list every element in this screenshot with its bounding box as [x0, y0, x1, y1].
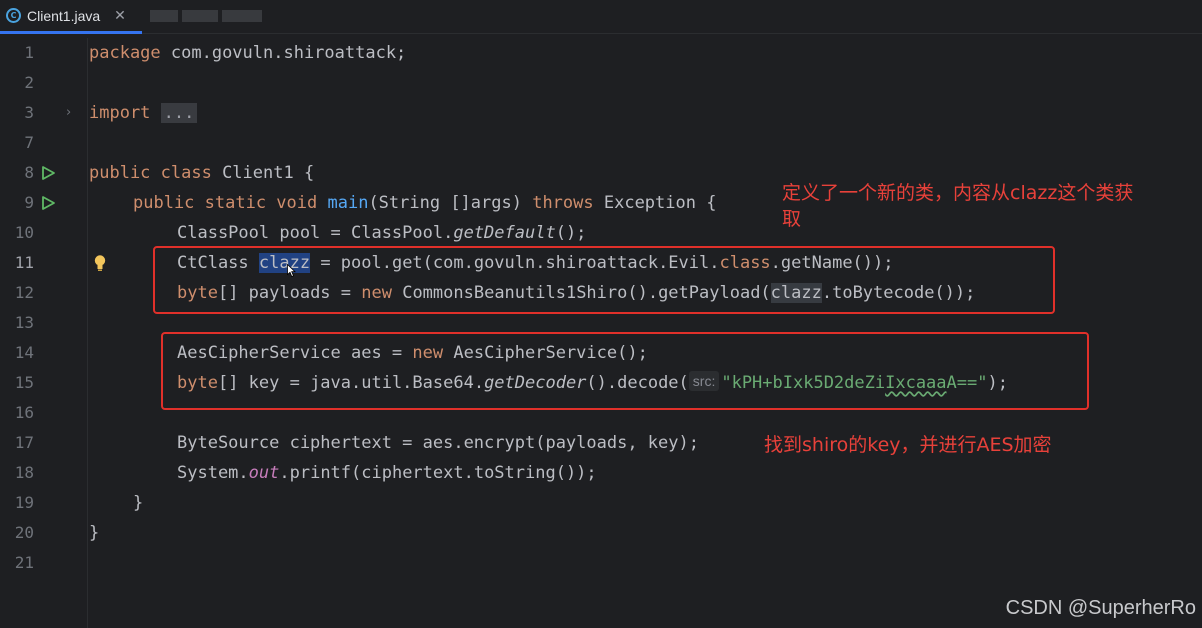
code-line-20: } [89, 523, 100, 543]
line-number: 2 [24, 73, 34, 92]
code-text: ClassPool pool = ClassPool. [177, 223, 454, 243]
code-text: com.govuln.shiroattack; [160, 43, 407, 63]
highlight-box-aes-key [161, 332, 1089, 410]
keyword: package [89, 43, 161, 63]
keyword: public class [89, 163, 212, 183]
code-text: Exception { [593, 193, 717, 213]
line-number: 14 [14, 343, 34, 362]
blurred-tab[interactable] [150, 10, 270, 24]
line-number: 21 [14, 553, 34, 572]
line-number: 12 [14, 283, 34, 302]
annotation-class-note: 定义了一个新的类，内容从clazz这个类获 取 [782, 182, 1134, 230]
expand-fold-icon[interactable]: › [66, 98, 71, 128]
line-number: 20 [14, 523, 34, 542]
close-icon[interactable]: ✕ [114, 8, 126, 24]
code-line-1: package com.govuln.shiroattack; [89, 38, 406, 68]
line-number: 19 [14, 493, 34, 512]
annotation-aes-note: 找到shiro的key，并进行AES加密 [764, 434, 1052, 456]
code-text: System. [177, 463, 249, 483]
method-name: main [327, 193, 369, 213]
code-text: .printf(ciphertext.toString()); [279, 463, 597, 483]
line-number-current: 11 [14, 253, 34, 272]
editor-tab-bar: C Client1.java ✕ [0, 0, 1202, 34]
line-number-gutter: 1 2 3 › 7 8 9 10 11 12 13 14 15 16 17 18… [0, 38, 88, 628]
watermark: CSDN @SuperherRo [1005, 597, 1196, 619]
code-text: Client1 { [211, 163, 315, 183]
static-field: out [248, 463, 280, 483]
line-number: 7 [24, 133, 34, 152]
line-number: 15 [14, 373, 34, 392]
code-line-17: ByteSource ciphertext = aes.encrypt(payl… [177, 433, 699, 453]
static-method: getDefault [453, 223, 556, 243]
highlight-box-class-def [153, 246, 1055, 314]
line-number: 18 [14, 463, 34, 482]
code-line-3: import ... [89, 98, 198, 128]
code-line-18: System.out.printf(ciphertext.toString())… [177, 458, 597, 488]
line-number: 10 [14, 223, 34, 242]
code-line-19: } [133, 493, 144, 513]
line-number: 16 [14, 403, 34, 422]
run-main-icon[interactable] [40, 188, 58, 218]
keyword: import [89, 103, 151, 123]
code-line-9: public static void main(String []args) t… [133, 188, 716, 218]
code-text: (); [555, 223, 587, 243]
line-number: 17 [14, 433, 34, 452]
tab-label: Client1.java [27, 7, 101, 24]
code-line-8: public class Client1 { [89, 158, 314, 188]
code-line-10: ClassPool pool = ClassPool.getDefault(); [177, 218, 586, 248]
line-number: 9 [24, 193, 34, 212]
run-class-icon[interactable] [40, 158, 58, 188]
folded-imports[interactable]: ... [160, 103, 198, 123]
keyword: public static void [133, 193, 318, 213]
line-number: 1 [24, 43, 34, 62]
java-class-icon: C [6, 8, 21, 23]
code-text: (String []args) [368, 193, 533, 213]
keyword: throws [532, 193, 594, 213]
tab-client1-java[interactable]: C Client1.java ✕ [0, 0, 142, 34]
line-number: 13 [14, 313, 34, 332]
line-number: 3 [24, 103, 34, 122]
line-number: 8 [24, 163, 34, 182]
